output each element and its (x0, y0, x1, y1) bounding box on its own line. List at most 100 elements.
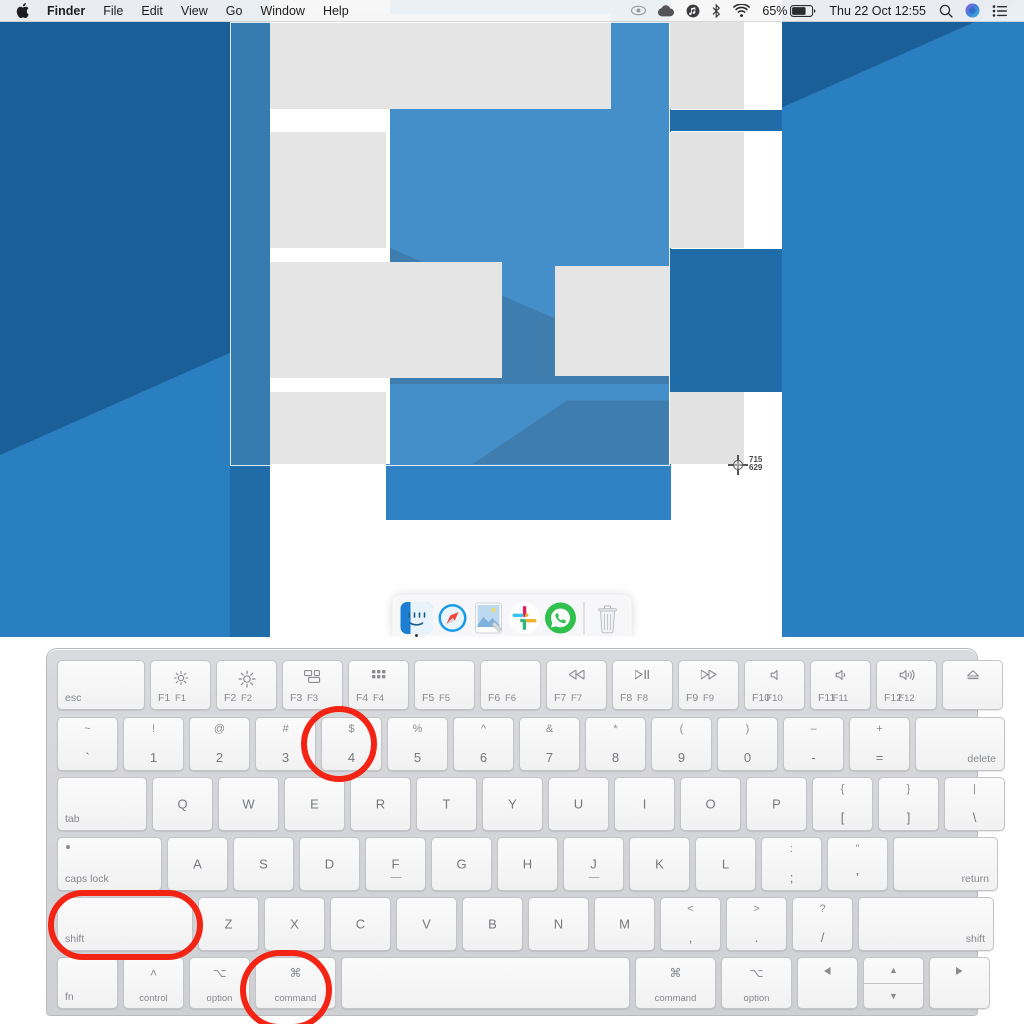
key-d[interactable]: D (299, 837, 360, 891)
key-w[interactable]: W (218, 777, 279, 831)
menu-bar-clock[interactable]: Thu 22 Oct 12:55 (822, 4, 933, 18)
key-4[interactable]: $4 (321, 717, 382, 771)
key-arrow-up-down-icon[interactable]: ▲ ▼ (863, 957, 924, 1009)
key-f12[interactable]: F12 F12 (876, 660, 937, 710)
menu-item-file[interactable]: File (94, 0, 132, 22)
key-tab[interactable]: tab (57, 777, 147, 831)
dock-item-trash[interactable] (592, 602, 624, 634)
menu-item-edit[interactable]: Edit (132, 0, 172, 22)
key-arrow-right-icon[interactable] (929, 957, 990, 1009)
bluetooth-icon[interactable] (706, 3, 727, 18)
dock-item-finder[interactable] (400, 601, 433, 637)
key-option[interactable]: ⌥ option (189, 957, 250, 1009)
key-[interactable]: <, (660, 897, 721, 951)
key-1[interactable]: ! 1 (123, 717, 184, 771)
key-v[interactable]: V (396, 897, 457, 951)
key-esc[interactable]: esc (57, 660, 145, 710)
key-[interactable]: + = (849, 717, 910, 771)
key-f2[interactable]: F2 F2 (216, 660, 277, 710)
control-center-icon[interactable] (986, 4, 1014, 17)
key-p[interactable]: P (746, 777, 807, 831)
magic-keyboard[interactable]: esc F1 F1 F2 F2 F3 F3 F4 F4 F5 F5 F6 F6 F7 F7 F8 F8 F9 F9 F… (0, 637, 1024, 1024)
key-o[interactable]: O (680, 777, 741, 831)
battery-indicator[interactable]: 65% (756, 0, 822, 22)
key-[interactable]: ? / (792, 897, 853, 951)
key-f6[interactable]: F6 F6 (480, 660, 541, 710)
dock-item-slack[interactable] (509, 602, 541, 634)
key-shift[interactable]: shift (57, 897, 193, 951)
key-t[interactable]: T (416, 777, 477, 831)
dock[interactable] (392, 595, 632, 637)
key-fn[interactable]: fn (57, 957, 118, 1009)
menu-item-finder[interactable]: Finder (38, 0, 94, 22)
key-[interactable]: :; (761, 837, 822, 891)
key-s[interactable]: S (233, 837, 294, 891)
key-option[interactable]: ⌥ option (721, 957, 792, 1009)
key-e[interactable]: E (284, 777, 345, 831)
dock-item-whatsapp[interactable] (545, 602, 577, 634)
siri-icon[interactable] (959, 3, 986, 18)
key-f3[interactable]: F3 F3 (282, 660, 343, 710)
key-[interactable]: | \ (944, 777, 1005, 831)
menu-item-help[interactable]: Help (314, 0, 358, 22)
key-h[interactable]: H (497, 837, 558, 891)
key-control[interactable]: ˄ control (123, 957, 184, 1009)
key-f7[interactable]: F7 F7 (546, 660, 607, 710)
key-u[interactable]: U (548, 777, 609, 831)
key-f11[interactable]: F11 F11 (810, 660, 871, 710)
key-command[interactable]: ⌘ command (635, 957, 716, 1009)
key-[interactable]: – - (783, 717, 844, 771)
arrow-down-icon[interactable]: ▼ (864, 984, 923, 1009)
music-icon[interactable] (680, 4, 706, 18)
key-arrow-left-icon[interactable] (797, 957, 858, 1009)
key-8[interactable]: * 8 (585, 717, 646, 771)
key-2[interactable]: @2 (189, 717, 250, 771)
key-6[interactable]: ^ 6 (453, 717, 514, 771)
key-caps-lock[interactable]: caps lock (57, 837, 162, 891)
key-y[interactable]: Y (482, 777, 543, 831)
key-shift[interactable]: shift (858, 897, 994, 951)
key-b[interactable]: B (462, 897, 523, 951)
key-f1[interactable]: F1 F1 (150, 660, 211, 710)
key-l[interactable]: L (695, 837, 756, 891)
key-j[interactable]: J (563, 837, 624, 891)
key-[interactable]: >. (726, 897, 787, 951)
key-f9[interactable]: F9 F9 (678, 660, 739, 710)
key-delete[interactable]: delete (915, 717, 1005, 771)
menu-bar[interactable]: Finder File Edit View Go Window Help 65%… (0, 0, 1024, 22)
key-i[interactable]: I (614, 777, 675, 831)
key-m[interactable]: M (594, 897, 655, 951)
key-key[interactable] (341, 957, 630, 1009)
wifi-icon[interactable] (727, 4, 756, 17)
desktop[interactable]: 715 629 Finder File Edit View Go Window H… (0, 0, 1024, 637)
arrow-up-icon[interactable]: ▲ (864, 958, 923, 983)
key-9[interactable]: (9 (651, 717, 712, 771)
key-g[interactable]: G (431, 837, 492, 891)
menu-item-go[interactable]: Go (217, 0, 252, 22)
key-k[interactable]: K (629, 837, 690, 891)
key-return[interactable]: return (893, 837, 998, 891)
key-[interactable]: ”’ (827, 837, 888, 891)
key-[interactable]: }] (878, 777, 939, 831)
apple-menu-icon[interactable] (8, 3, 38, 18)
key-n[interactable]: N (528, 897, 589, 951)
key-command[interactable]: ⌘ command (255, 957, 336, 1009)
screen-sharing-icon[interactable] (625, 4, 652, 17)
key-7[interactable]: & 7 (519, 717, 580, 771)
menu-item-view[interactable]: View (172, 0, 217, 22)
key-c[interactable]: C (330, 897, 391, 951)
key-f4[interactable]: F4 F4 (348, 660, 409, 710)
menu-item-window[interactable]: Window (251, 0, 313, 22)
key-[interactable]: {[ (812, 777, 873, 831)
key-x[interactable]: X (264, 897, 325, 951)
key-3[interactable]: #3 (255, 717, 316, 771)
key-[interactable]: ~ ` (57, 717, 118, 771)
dock-item-safari[interactable] (437, 602, 469, 634)
key-z[interactable]: Z (198, 897, 259, 951)
key-f[interactable]: F (365, 837, 426, 891)
key-0[interactable]: ) 0 (717, 717, 778, 771)
key-f10[interactable]: F10 F10 (744, 660, 805, 710)
key-5[interactable]: % 5 (387, 717, 448, 771)
key-a[interactable]: A (167, 837, 228, 891)
key-q[interactable]: Q (152, 777, 213, 831)
